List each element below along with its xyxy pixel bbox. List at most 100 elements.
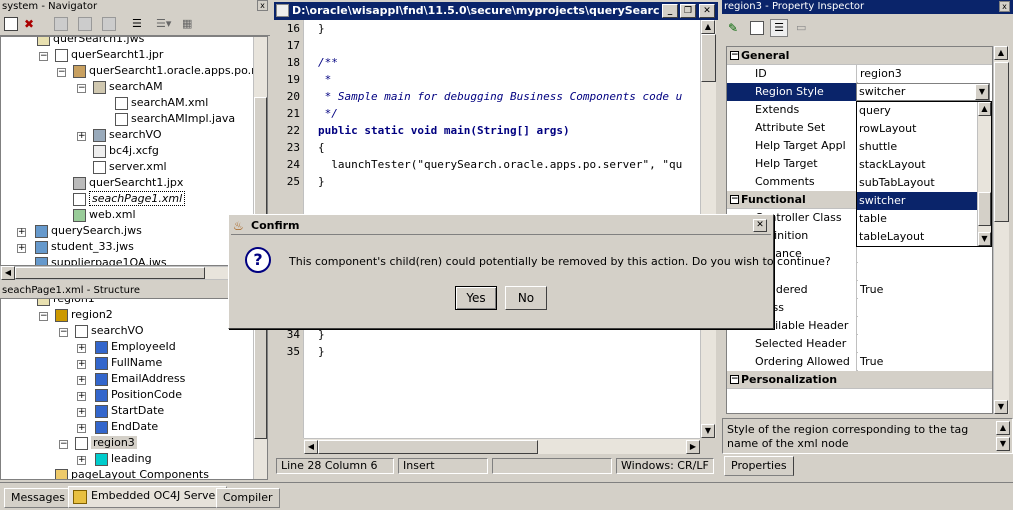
- copy-icon[interactable]: [750, 21, 764, 35]
- tree-item[interactable]: student_33.jws: [35, 239, 134, 255]
- property-row[interactable]: Selected Header: [727, 335, 992, 353]
- property-value[interactable]: [858, 299, 992, 317]
- tree-item[interactable]: StartDate: [95, 403, 164, 419]
- property-value[interactable]: True: [858, 281, 992, 299]
- description-icon[interactable]: ▭: [796, 21, 810, 35]
- delete-icon[interactable]: ✖: [22, 17, 36, 31]
- tree-item[interactable]: EmailAddress: [95, 371, 185, 387]
- scroll-up-icon[interactable]: ▲: [994, 46, 1008, 60]
- collapse-icon[interactable]: −: [730, 51, 739, 60]
- expand-icon[interactable]: +: [77, 132, 86, 141]
- expand-icon[interactable]: +: [77, 408, 86, 417]
- tree-item[interactable]: EndDate: [95, 419, 158, 435]
- scroll-left-icon[interactable]: ◀: [304, 440, 318, 454]
- collapse-icon[interactable]: −: [77, 84, 86, 93]
- property-value[interactable]: region3: [858, 65, 992, 83]
- restore-icon[interactable]: ❐: [680, 4, 696, 18]
- tree-item[interactable]: web.xml: [73, 207, 136, 223]
- tree-item[interactable]: PositionCode: [95, 387, 182, 403]
- tree-item[interactable]: pageLayout Components: [55, 467, 209, 479]
- tree-item[interactable]: searchAM.xml: [115, 95, 208, 111]
- close-icon[interactable]: x: [257, 0, 268, 11]
- tree-item[interactable]: searchAMImpl.java: [115, 111, 235, 127]
- property-value[interactable]: [858, 245, 992, 263]
- tree-item[interactable]: querSearch1.jws: [37, 37, 144, 47]
- collapse-icon[interactable]: −: [730, 375, 739, 384]
- list-icon[interactable]: ☰: [132, 17, 146, 31]
- dropdown-option[interactable]: stackLayout: [857, 156, 977, 174]
- scroll-thumb[interactable]: [978, 192, 991, 226]
- collapse-icon[interactable]: −: [39, 52, 48, 61]
- close-icon[interactable]: ✕: [699, 4, 715, 18]
- dropdown-option[interactable]: rowLayout: [857, 120, 977, 138]
- editor-hscrollbar[interactable]: ◀ ▶: [304, 438, 700, 454]
- scroll-thumb[interactable]: [701, 34, 716, 82]
- collapse-icon[interactable]: −: [39, 312, 48, 321]
- close-icon[interactable]: ✕: [753, 219, 767, 232]
- tab-messages[interactable]: Messages: [4, 488, 72, 508]
- expand-icon[interactable]: +: [77, 376, 86, 385]
- property-value[interactable]: [858, 335, 992, 353]
- tree-item[interactable]: querySearch.jws: [35, 223, 142, 239]
- tree-item[interactable]: region2: [55, 307, 113, 323]
- expand-icon[interactable]: +: [77, 456, 86, 465]
- chevron-down-icon[interactable]: ▼: [975, 84, 989, 100]
- collapse-icon[interactable]: −: [59, 328, 68, 337]
- expand-icon[interactable]: +: [77, 424, 86, 433]
- expand-icon[interactable]: +: [17, 228, 26, 237]
- region-style-select[interactable]: switcher ▼: [856, 83, 990, 101]
- inspector-scrollbar[interactable]: ▲ ▼: [993, 46, 1009, 414]
- tree-item[interactable]: searchVO: [75, 323, 144, 339]
- scroll-down-icon[interactable]: ▼: [978, 232, 991, 246]
- dropdown-option[interactable]: query: [857, 102, 977, 120]
- tree-item[interactable]: searchAM: [93, 79, 163, 95]
- tree-item[interactable]: querSearcht1.oracle.apps.po.mg: [73, 63, 267, 79]
- tree-item-selected[interactable]: region3: [75, 435, 137, 451]
- dropdown-option[interactable]: subTabLayout: [857, 174, 977, 192]
- group-general[interactable]: − General: [727, 47, 992, 65]
- tree-item[interactable]: server.xml: [93, 159, 167, 175]
- expand-icon[interactable]: +: [77, 392, 86, 401]
- scroll-thumb[interactable]: [15, 267, 205, 279]
- scroll-down-icon[interactable]: ▼: [996, 437, 1010, 451]
- tree-item[interactable]: FullName: [95, 355, 162, 371]
- property-value[interactable]: True: [858, 353, 992, 371]
- minimize-icon[interactable]: _: [662, 4, 678, 18]
- scroll-down-icon[interactable]: ▼: [994, 400, 1008, 414]
- scroll-up-icon[interactable]: ▲: [701, 20, 715, 34]
- view-options-icon[interactable]: ☰▾: [156, 17, 176, 31]
- tree-item[interactable]: leading: [95, 451, 152, 467]
- collapse-icon[interactable]: −: [59, 440, 68, 449]
- group-personalization[interactable]: − Personalization: [727, 371, 992, 389]
- dropdown-option[interactable]: tableLayout: [857, 228, 977, 246]
- tree-item[interactable]: region1: [37, 299, 95, 307]
- new-icon[interactable]: [4, 17, 18, 31]
- no-button[interactable]: No: [505, 286, 547, 310]
- tree-item[interactable]: searchVO: [93, 127, 162, 143]
- collapse-icon[interactable]: −: [730, 195, 739, 204]
- scroll-right-icon[interactable]: ▶: [686, 440, 700, 454]
- scroll-up-icon[interactable]: ▲: [978, 102, 991, 116]
- scroll-down-icon[interactable]: ▼: [701, 424, 715, 438]
- property-row[interactable]: Ordering Allowed True: [727, 353, 992, 371]
- tree-item[interactable]: supplierpage1OA.jws: [35, 255, 167, 265]
- grid-icon[interactable]: ▦: [182, 17, 196, 31]
- scroll-up-icon[interactable]: ▲: [996, 421, 1010, 435]
- scroll-thumb[interactable]: [994, 62, 1009, 222]
- property-value[interactable]: [858, 317, 992, 335]
- scroll-left-icon[interactable]: ◀: [1, 266, 15, 280]
- dropdown-option[interactable]: shuttle: [857, 138, 977, 156]
- dropdown-option[interactable]: switcher: [857, 192, 977, 210]
- dropdown-scrollbar[interactable]: ▲ ▼: [977, 102, 991, 246]
- close-icon[interactable]: x: [999, 1, 1010, 12]
- scroll-thumb[interactable]: [318, 440, 538, 454]
- tab-embedded-oc4j-server[interactable]: Embedded OC4J Server: [68, 486, 227, 508]
- dropdown-option[interactable]: table: [857, 210, 977, 228]
- expand-icon[interactable]: +: [17, 244, 26, 253]
- collapse-icon[interactable]: −: [57, 68, 66, 77]
- property-row[interactable]: ID region3: [727, 65, 992, 83]
- expand-icon[interactable]: +: [77, 360, 86, 369]
- expand-icon[interactable]: +: [77, 344, 86, 353]
- tree-item[interactable]: EmployeeId: [95, 339, 176, 355]
- tab-compiler[interactable]: Compiler: [216, 488, 280, 508]
